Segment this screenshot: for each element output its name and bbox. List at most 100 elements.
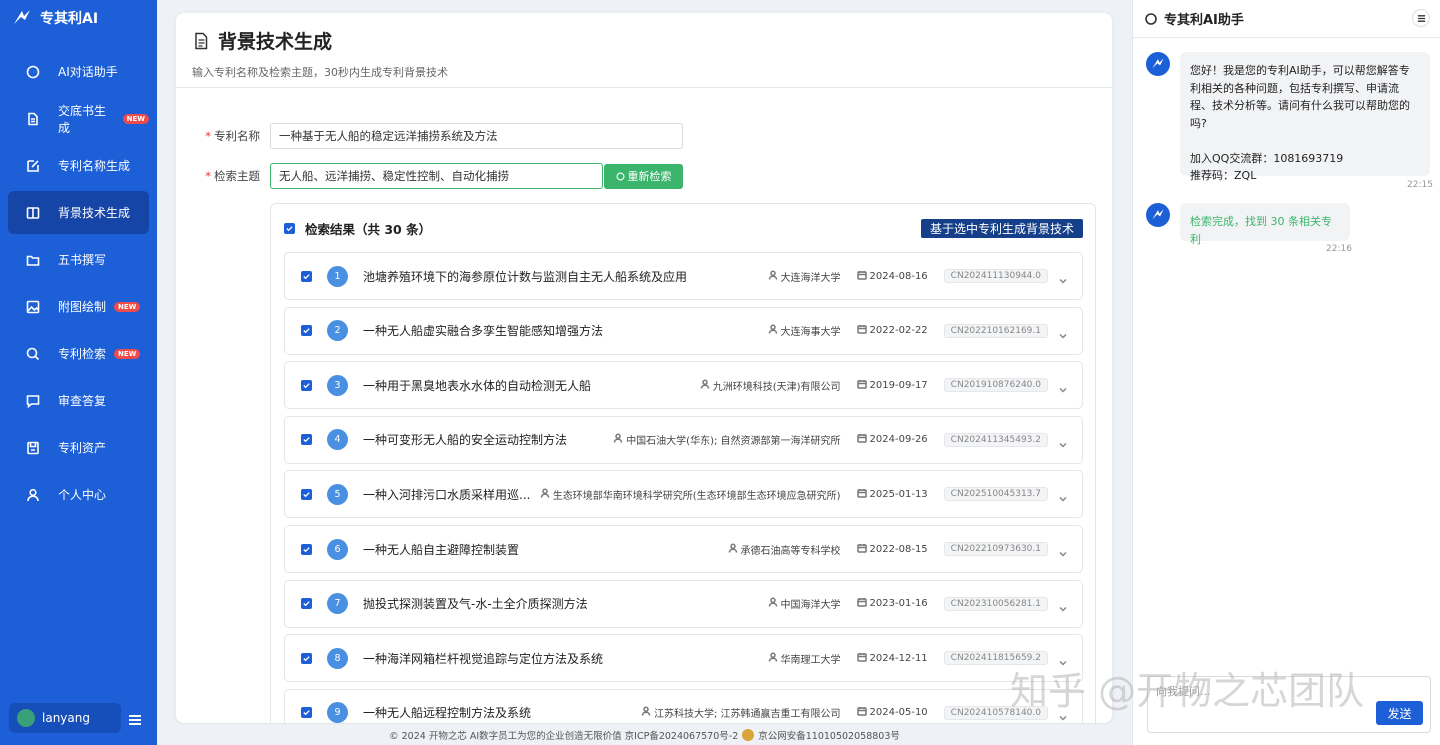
sidebar-item-drawing[interactable]: 附图绘制 NEW bbox=[8, 285, 149, 328]
result-org: 九洲环境科技(天津)有限公司 bbox=[700, 378, 841, 393]
result-title[interactable]: 一种无人船远程控制方法及系统 bbox=[363, 704, 531, 721]
result-checkbox[interactable] bbox=[301, 598, 312, 610]
main-panel: 背景技术生成 输入专利名称及检索主题，30秒内生成专利背景技术 * 专利名称 一种… bbox=[176, 13, 1112, 723]
result-checkbox[interactable] bbox=[301, 325, 312, 337]
chat-message-text: 检索完成，找到 30 条相关专利 bbox=[1190, 215, 1332, 246]
result-title[interactable]: 一种入河排污口水质采样用巡... bbox=[363, 486, 530, 503]
sidebar-item-search[interactable]: 专利检索 NEW bbox=[8, 332, 149, 375]
result-meta: 大连海洋大学 2024-08-16 CN202411130944.0 bbox=[768, 269, 1048, 284]
result-checkbox[interactable] bbox=[301, 434, 312, 446]
user-icon bbox=[540, 488, 550, 501]
topic-row: * 检索主题 无人船、远洋捕捞、稳定性控制、自动化捕捞 重新检索 bbox=[176, 163, 683, 189]
sidebar-item-patent-name[interactable]: 专利名称生成 bbox=[8, 144, 149, 187]
result-item[interactable]: 3 一种用于黑臭地表水水体的自动检测无人船 九洲环境科技(天津)有限公司 2019-0… bbox=[284, 361, 1083, 410]
result-item[interactable]: 2 一种无人船虚实融合多孪生智能感知增强方法 大连海事大学 2022-02-22 CN2… bbox=[284, 306, 1083, 355]
sidebar-item-label: AI对话助手 bbox=[58, 65, 118, 79]
calendar-icon bbox=[856, 270, 867, 283]
chat-input[interactable]: 向我提问... 发送 bbox=[1147, 676, 1431, 733]
result-meta: 江苏科技大学; 江苏韩通赢吉重工有限公司 2024-05-10 CN20241057… bbox=[641, 705, 1048, 720]
brand-name: 专其利AI bbox=[40, 11, 99, 27]
topic-input[interactable]: 无人船、远洋捕捞、稳定性控制、自动化捕捞 bbox=[270, 163, 603, 189]
result-patent-number: CN202411345493.2 bbox=[943, 432, 1048, 447]
result-index: 6 bbox=[327, 538, 348, 560]
result-patent-number: CN202210162169.1 bbox=[943, 323, 1048, 338]
page-title: 背景技术生成 bbox=[192, 27, 1096, 54]
result-checkbox[interactable] bbox=[301, 270, 312, 282]
image-icon bbox=[26, 300, 40, 314]
select-all-checkbox[interactable] bbox=[284, 222, 295, 234]
result-item[interactable]: 1 池塘养殖环境下的海参原位计数与监测自主无人船系统及应用 大连海洋大学 2024-0… bbox=[284, 252, 1083, 300]
result-index: 5 bbox=[327, 483, 348, 505]
sidebar-item-profile[interactable]: 个人中心 bbox=[8, 473, 149, 516]
calendar-icon bbox=[856, 433, 867, 446]
chat-message: 检索完成，找到 30 条相关专利 bbox=[1180, 203, 1350, 246]
chevron-down-icon[interactable] bbox=[1058, 653, 1068, 666]
chevron-down-icon[interactable] bbox=[1058, 599, 1068, 612]
sidebar-item-background[interactable]: 背景技术生成 bbox=[8, 191, 149, 234]
sidebar-item-ai-chat[interactable]: AI对话助手 bbox=[8, 50, 149, 93]
result-item[interactable]: 6 一种无人船自主避障控制装置 承德石油高等专科学校 2022-08-15 CN2022… bbox=[284, 525, 1083, 573]
result-title[interactable]: 一种无人船自主避障控制装置 bbox=[363, 541, 519, 558]
result-item[interactable]: 7 抛投式探测装置及气-水-土全介质探测方法 中国海洋大学 2023-01-16 CN2… bbox=[284, 579, 1083, 628]
result-checkbox[interactable] bbox=[301, 652, 312, 664]
generate-background-button[interactable]: 基于选中专利生成背景技术 bbox=[920, 219, 1083, 238]
sidebar-item-five-books[interactable]: 五书撰写 bbox=[8, 238, 149, 281]
result-title[interactable]: 一种可变形无人船的安全运动控制方法 bbox=[363, 431, 567, 448]
sidebar: 专其利AI AI对话助手 交底书生成 NEW 专利名称生成 背景技术生成 五书撰… bbox=[0, 0, 157, 745]
calendar-icon bbox=[856, 379, 867, 392]
police-badge-icon bbox=[742, 728, 755, 741]
chevron-down-icon[interactable] bbox=[1058, 326, 1068, 339]
chevron-down-icon[interactable] bbox=[1058, 544, 1068, 557]
result-title[interactable]: 池塘养殖环境下的海参原位计数与监测自主无人船系统及应用 bbox=[363, 268, 687, 285]
sidebar-item-label: 专利名称生成 bbox=[58, 159, 131, 173]
result-checkbox[interactable] bbox=[301, 488, 312, 500]
result-date: 2024-09-26 bbox=[856, 433, 928, 446]
result-checkbox[interactable] bbox=[301, 707, 312, 719]
brand-logo[interactable]: 专其利AI bbox=[0, 0, 157, 36]
new-badge: NEW bbox=[114, 301, 141, 312]
chevron-down-icon[interactable] bbox=[1058, 708, 1068, 721]
menu-icon[interactable] bbox=[129, 715, 141, 725]
sidebar-item-disclosure[interactable]: 交底书生成 NEW bbox=[8, 97, 149, 140]
book-icon bbox=[26, 206, 40, 220]
user-icon bbox=[768, 652, 778, 665]
user-profile[interactable]: lanyang bbox=[9, 703, 121, 733]
sidebar-item-review[interactable]: 审查答复 bbox=[8, 379, 149, 422]
chevron-down-icon[interactable] bbox=[1058, 489, 1068, 502]
avatar bbox=[17, 709, 35, 727]
patent-name-input[interactable]: 一种基于无人船的稳定远洋捕捞系统及方法 bbox=[270, 123, 683, 149]
save-icon bbox=[26, 441, 40, 455]
result-title[interactable]: 一种海洋网箱栏杆视觉追踪与定位方法及系统 bbox=[363, 650, 603, 667]
chevron-down-icon[interactable] bbox=[1058, 380, 1068, 393]
sidebar-item-label: 专利检索 bbox=[58, 347, 107, 361]
result-title[interactable]: 一种用于黑臭地表水水体的自动检测无人船 bbox=[363, 377, 591, 394]
chat-menu-icon[interactable] bbox=[1412, 9, 1430, 27]
results-panel: 检索结果（共 30 条） 基于选中专利生成背景技术 1 池塘养殖环境下的海参原位计… bbox=[270, 203, 1096, 723]
user-icon bbox=[768, 324, 778, 337]
result-item[interactable]: 5 一种入河排污口水质采样用巡... 生态环境部华南环境科学研究所(生态环境部生态环… bbox=[284, 470, 1083, 519]
result-index: 4 bbox=[327, 429, 348, 451]
message-time: 22:15 bbox=[1407, 180, 1433, 190]
research-button[interactable]: 重新检索 bbox=[604, 163, 683, 189]
user-icon bbox=[26, 488, 40, 502]
result-checkbox[interactable] bbox=[301, 543, 312, 555]
result-title[interactable]: 一种无人船虚实融合多孪生智能感知增强方法 bbox=[363, 322, 603, 339]
sidebar-nav: AI对话助手 交底书生成 NEW 专利名称生成 背景技术生成 五书撰写 附图绘制… bbox=[0, 50, 157, 516]
result-item[interactable]: 8 一种海洋网箱栏杆视觉追踪与定位方法及系统 华南理工大学 2024-12-11 CN2… bbox=[284, 634, 1083, 683]
user-icon bbox=[768, 270, 778, 283]
sidebar-item-assets[interactable]: 专利资产 bbox=[8, 426, 149, 469]
footer-police[interactable]: 京公网安备11010502058803号 bbox=[758, 728, 900, 742]
chevron-down-icon[interactable] bbox=[1058, 271, 1068, 284]
chevron-down-icon[interactable] bbox=[1058, 435, 1068, 448]
result-date: 2024-12-11 bbox=[856, 652, 928, 665]
result-title[interactable]: 抛投式探测装置及气-水-土全介质探测方法 bbox=[363, 595, 588, 612]
result-item[interactable]: 9 一种无人船远程控制方法及系统 江苏科技大学; 江苏韩通赢吉重工有限公司 2024-… bbox=[284, 688, 1083, 723]
results-header: 检索结果（共 30 条） 基于选中专利生成背景技术 bbox=[271, 204, 1095, 252]
result-checkbox[interactable] bbox=[301, 379, 312, 391]
user-icon bbox=[700, 379, 710, 392]
user-icon bbox=[768, 597, 778, 610]
send-button[interactable]: 发送 bbox=[1376, 701, 1423, 725]
result-meta: 承德石油高等专科学校 2022-08-15 CN202210973630.1 bbox=[728, 542, 1048, 557]
result-item[interactable]: 4 一种可变形无人船的安全运动控制方法 中国石油大学(华东); 自然资源部第一海洋研… bbox=[284, 415, 1083, 464]
chat-input-placeholder: 向我提问... bbox=[1156, 685, 1211, 698]
